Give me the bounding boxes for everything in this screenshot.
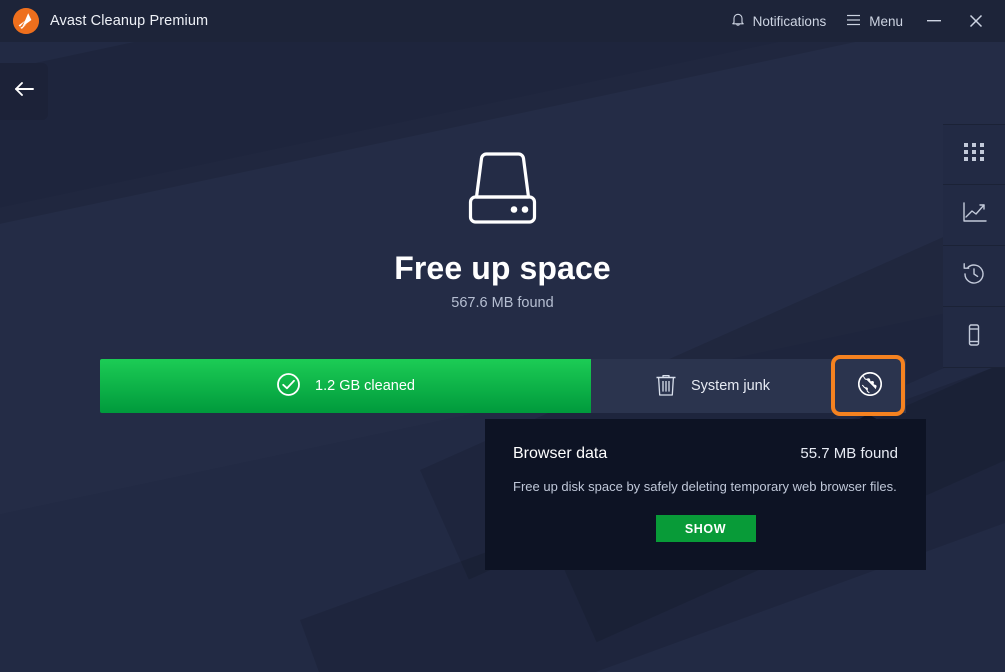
title-bar-left: Avast Cleanup Premium (0, 8, 208, 34)
sidebar-item-apps[interactable] (943, 124, 1005, 185)
close-button[interactable] (955, 0, 997, 42)
back-button[interactable] (0, 63, 48, 120)
hamburger-icon (846, 14, 861, 29)
title-bar-right: Notifications Menu (721, 0, 1005, 42)
check-circle-icon (276, 372, 301, 401)
sidebar-item-device[interactable] (943, 307, 1005, 368)
minimize-button[interactable] (913, 0, 955, 42)
scan-category-tabs: 1.2 GB cleaned System junk (100, 359, 906, 413)
sidebar-item-performance[interactable] (943, 185, 1005, 246)
history-clock-icon (961, 261, 987, 292)
notifications-label: Notifications (752, 13, 827, 29)
back-bar (0, 42, 1005, 120)
popup-header: Browser data 55.7 MB found (485, 445, 926, 463)
avast-logo-icon (13, 8, 39, 34)
title-bar: Avast Cleanup Premium Notifications Menu (0, 0, 1005, 42)
tab-system-junk[interactable]: System junk (591, 359, 834, 413)
hero-subtitle: 567.6 MB found (451, 295, 554, 311)
avast-cleanup-window: Avast Cleanup Premium Notifications Menu… (0, 0, 1005, 672)
page-title: Free up space (394, 250, 611, 286)
show-button[interactable]: SHOW (655, 515, 756, 542)
popup-description: Free up disk space by safely deleting te… (513, 479, 897, 494)
popup-size-found: 55.7 MB found (800, 445, 898, 462)
popup-title: Browser data (513, 445, 608, 462)
tab-browser-data[interactable] (834, 359, 906, 413)
hard-drive-icon (0, 150, 1005, 237)
bell-icon (731, 12, 745, 30)
mobile-device-icon (961, 322, 987, 353)
chart-line-icon (960, 200, 988, 231)
tab-system-junk-label: System junk (691, 378, 770, 394)
notifications-button[interactable]: Notifications (721, 6, 837, 36)
globe-icon (856, 370, 884, 403)
tab-cleaned[interactable]: 1.2 GB cleaned (100, 359, 591, 413)
tab-cleaned-label: 1.2 GB cleaned (315, 378, 415, 394)
menu-button[interactable]: Menu (836, 8, 913, 35)
arrow-left-icon (13, 81, 35, 102)
right-sidebar (943, 124, 1005, 368)
browser-data-popup: Browser data 55.7 MB found Free up disk … (485, 419, 926, 570)
app-title: Avast Cleanup Premium (50, 13, 209, 29)
menu-label: Menu (869, 13, 903, 29)
popup-pointer (856, 414, 880, 421)
grid-apps-icon (961, 139, 987, 170)
trash-icon (655, 372, 677, 401)
hero-section: Free up space 567.6 MB found (0, 150, 1005, 311)
background-pattern (0, 0, 1005, 672)
sidebar-item-history[interactable] (943, 246, 1005, 307)
